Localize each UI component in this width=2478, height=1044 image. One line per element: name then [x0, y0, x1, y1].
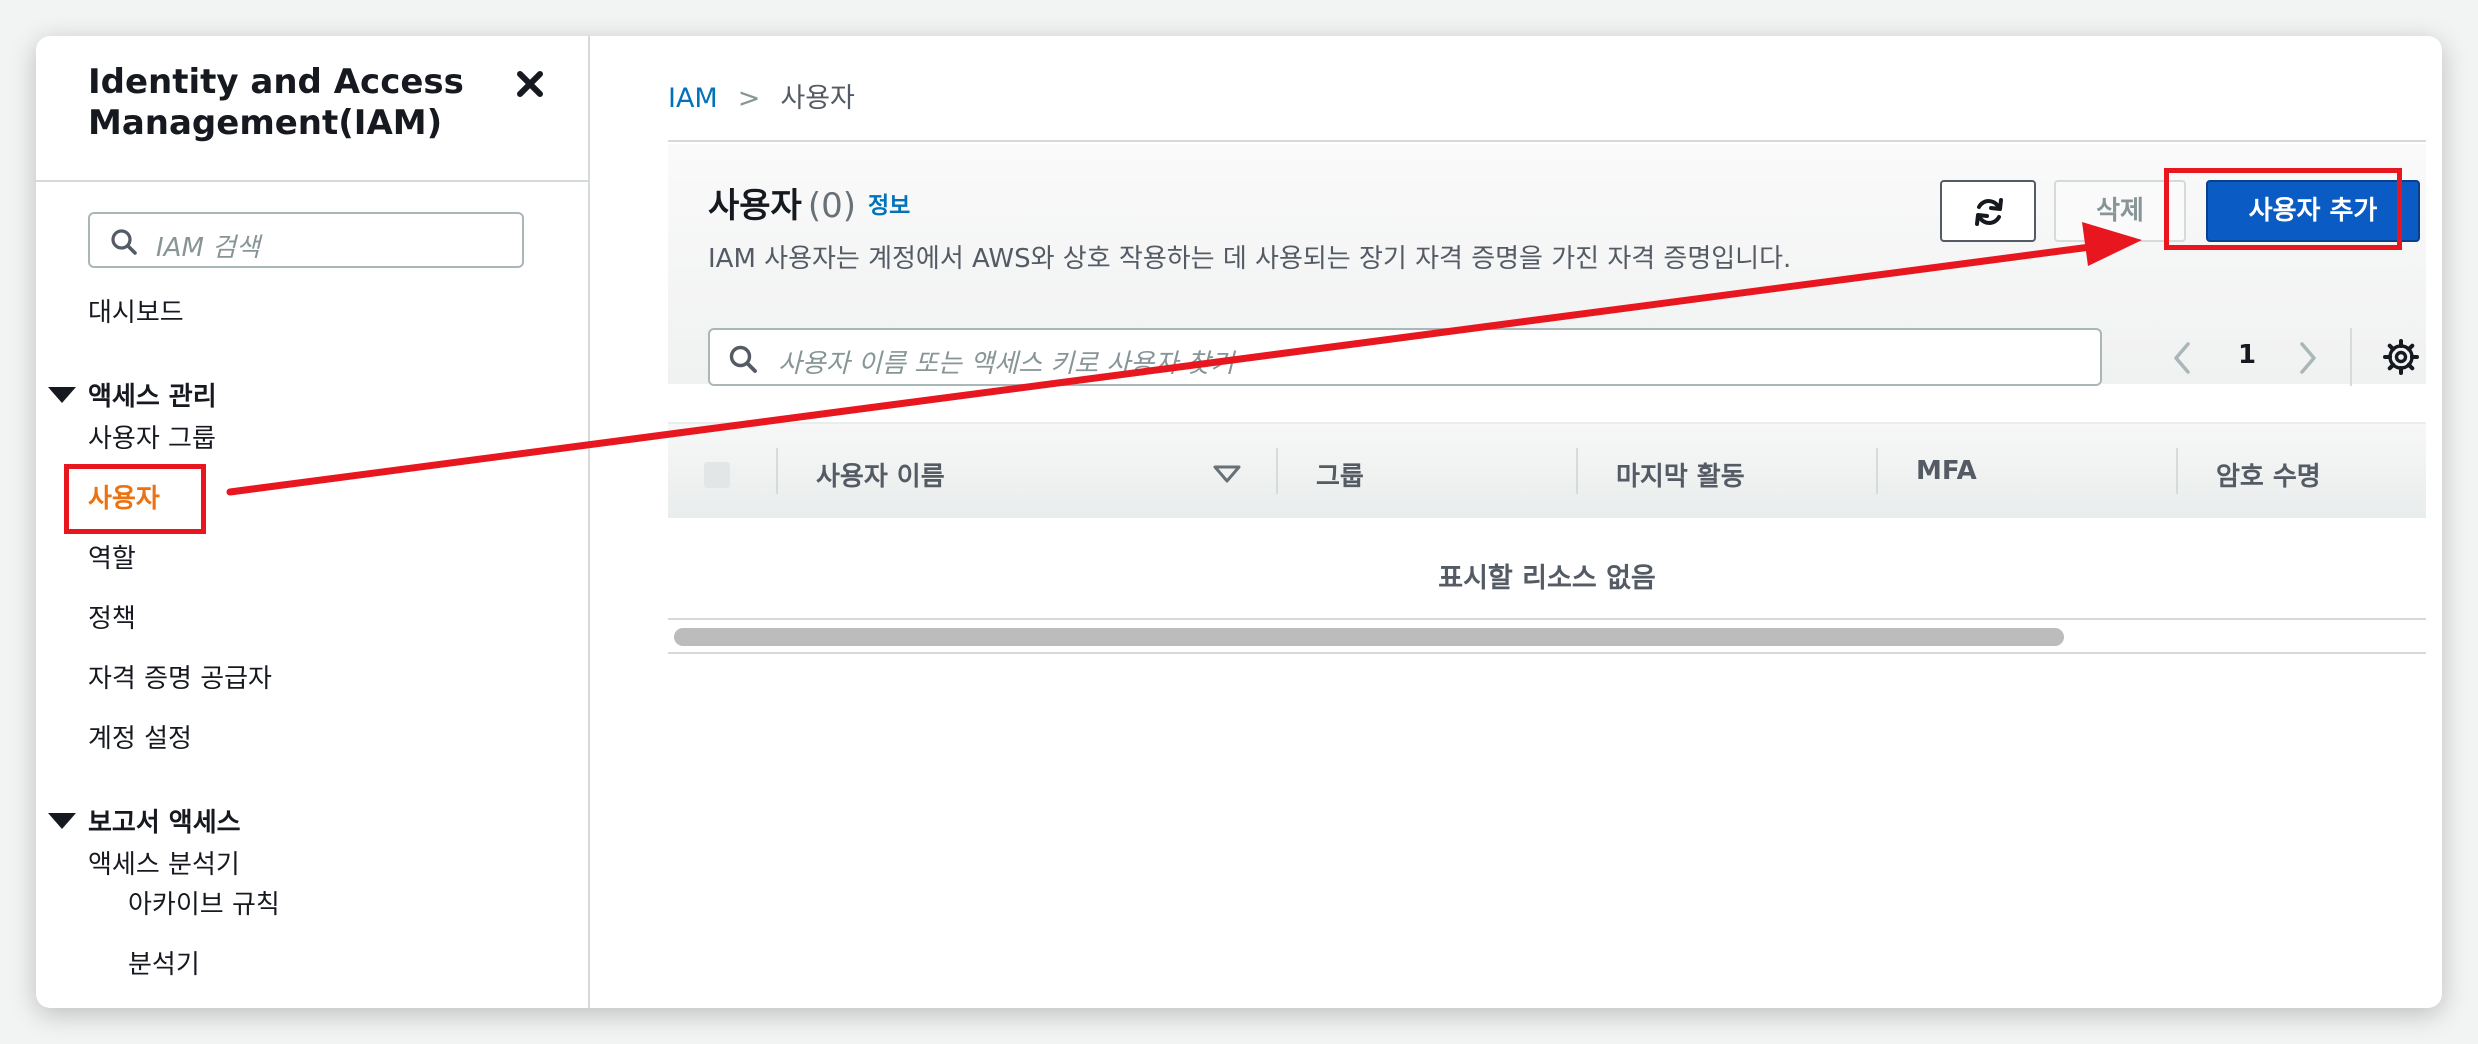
panel-description: IAM 사용자는 계정에서 AWS와 상호 작용하는 데 사용되는 장기 자격 …: [708, 244, 1792, 274]
sidebar-item-policies[interactable]: 정책: [88, 598, 136, 635]
users-panel: 사용자 (0) 정보 IAM 사용자는 계정에서 AWS와 상호 작용하는 데 사…: [668, 144, 2426, 654]
column-divider: [1276, 448, 1278, 494]
empty-state-message: 표시할 리소스 없음: [1438, 563, 1656, 594]
column-header-password-age[interactable]: 암호 수명: [2216, 456, 2321, 493]
info-link[interactable]: 정보: [868, 186, 910, 220]
sidebar-search-input[interactable]: IAM 검색: [88, 212, 524, 268]
sidebar-item-identity-providers[interactable]: 자격 증명 공급자: [88, 658, 272, 695]
chevron-left-icon[interactable]: [2170, 340, 2194, 376]
add-user-button[interactable]: 사용자 추가: [2206, 180, 2420, 242]
sidebar-item-user-groups[interactable]: 사용자 그룹: [88, 418, 216, 455]
column-divider: [2176, 448, 2178, 494]
refresh-icon: [1975, 198, 2003, 226]
delete-button[interactable]: 삭제: [2054, 180, 2186, 242]
sidebar-item-account-settings[interactable]: 계정 설정: [88, 718, 192, 755]
breadcrumb-current: 사용자: [780, 83, 855, 114]
table-divider: [668, 618, 2426, 620]
sidebar-item-analyzers[interactable]: 분석기: [128, 944, 200, 981]
sidebar-item-archive-rules[interactable]: 아카이브 규칙: [128, 884, 280, 921]
sidebar-search-placeholder: IAM 검색: [156, 233, 260, 263]
breadcrumb-iam-link[interactable]: IAM: [668, 83, 718, 114]
breadcrumb-separator: >: [737, 83, 761, 114]
column-header-groups[interactable]: 그룹: [1316, 456, 1364, 493]
sidebar-section-access-management[interactable]: 액세스 관리: [48, 376, 217, 413]
sidebar-item-users[interactable]: 사용자: [88, 478, 160, 515]
sidebar: Identity and Access Management(IAM) IAM …: [36, 36, 590, 1008]
close-icon[interactable]: [510, 64, 550, 104]
column-divider: [1576, 448, 1578, 494]
panel-header: 사용자 (0) 정보 IAM 사용자는 계정에서 AWS와 상호 작용하는 데 사…: [668, 144, 2426, 386]
sidebar-section-access-reports[interactable]: 보고서 액세스: [48, 802, 241, 839]
search-icon: [110, 228, 138, 256]
chevron-right-icon[interactable]: [2296, 340, 2320, 376]
search-icon: [728, 344, 758, 374]
sidebar-item-access-analyzer[interactable]: 액세스 분석기: [88, 844, 240, 881]
user-search-placeholder: 사용자 이름 또는 액세스 키로 사용자 찾기: [778, 349, 1235, 379]
column-header-last-activity[interactable]: 마지막 활동: [1616, 456, 1745, 493]
sidebar-divider: [36, 180, 588, 182]
pager-divider: [2350, 328, 2352, 386]
sidebar-item-dashboard[interactable]: 대시보드: [88, 292, 184, 329]
sidebar-section-label: 보고서 액세스: [88, 808, 241, 838]
sidebar-item-roles[interactable]: 역할: [88, 538, 136, 575]
column-divider: [776, 448, 778, 494]
app-title: Identity and Access Management(IAM): [88, 62, 464, 143]
panel-title-text: 사용자: [708, 186, 802, 226]
table-bottom-rule: [668, 652, 2426, 654]
console-window: Identity and Access Management(IAM) IAM …: [36, 36, 2442, 1008]
sidebar-section-label: 액세스 관리: [88, 382, 217, 412]
caret-down-icon: [48, 387, 76, 403]
sort-down-icon[interactable]: [1212, 464, 1242, 488]
breadcrumb: IAM > 사용자: [668, 76, 855, 115]
column-divider: [1876, 448, 1878, 494]
table-header: 사용자 이름 그룹 마지막 활동 MFA 암호 수명: [668, 422, 2426, 518]
page-number[interactable]: 1: [2238, 340, 2256, 370]
panel-title: 사용자 (0): [708, 178, 856, 227]
column-header-user-name[interactable]: 사용자 이름: [816, 456, 945, 493]
gear-icon[interactable]: [2382, 338, 2420, 376]
refresh-button[interactable]: [1940, 180, 2036, 242]
horizontal-scrollbar[interactable]: [674, 628, 2064, 646]
user-count: (0): [807, 186, 857, 226]
user-search-input[interactable]: 사용자 이름 또는 액세스 키로 사용자 찾기: [708, 328, 2102, 386]
column-header-mfa[interactable]: MFA: [1916, 456, 1977, 486]
breadcrumb-divider: [668, 140, 2426, 142]
select-all-checkbox[interactable]: [704, 462, 730, 488]
caret-down-icon: [48, 813, 76, 829]
